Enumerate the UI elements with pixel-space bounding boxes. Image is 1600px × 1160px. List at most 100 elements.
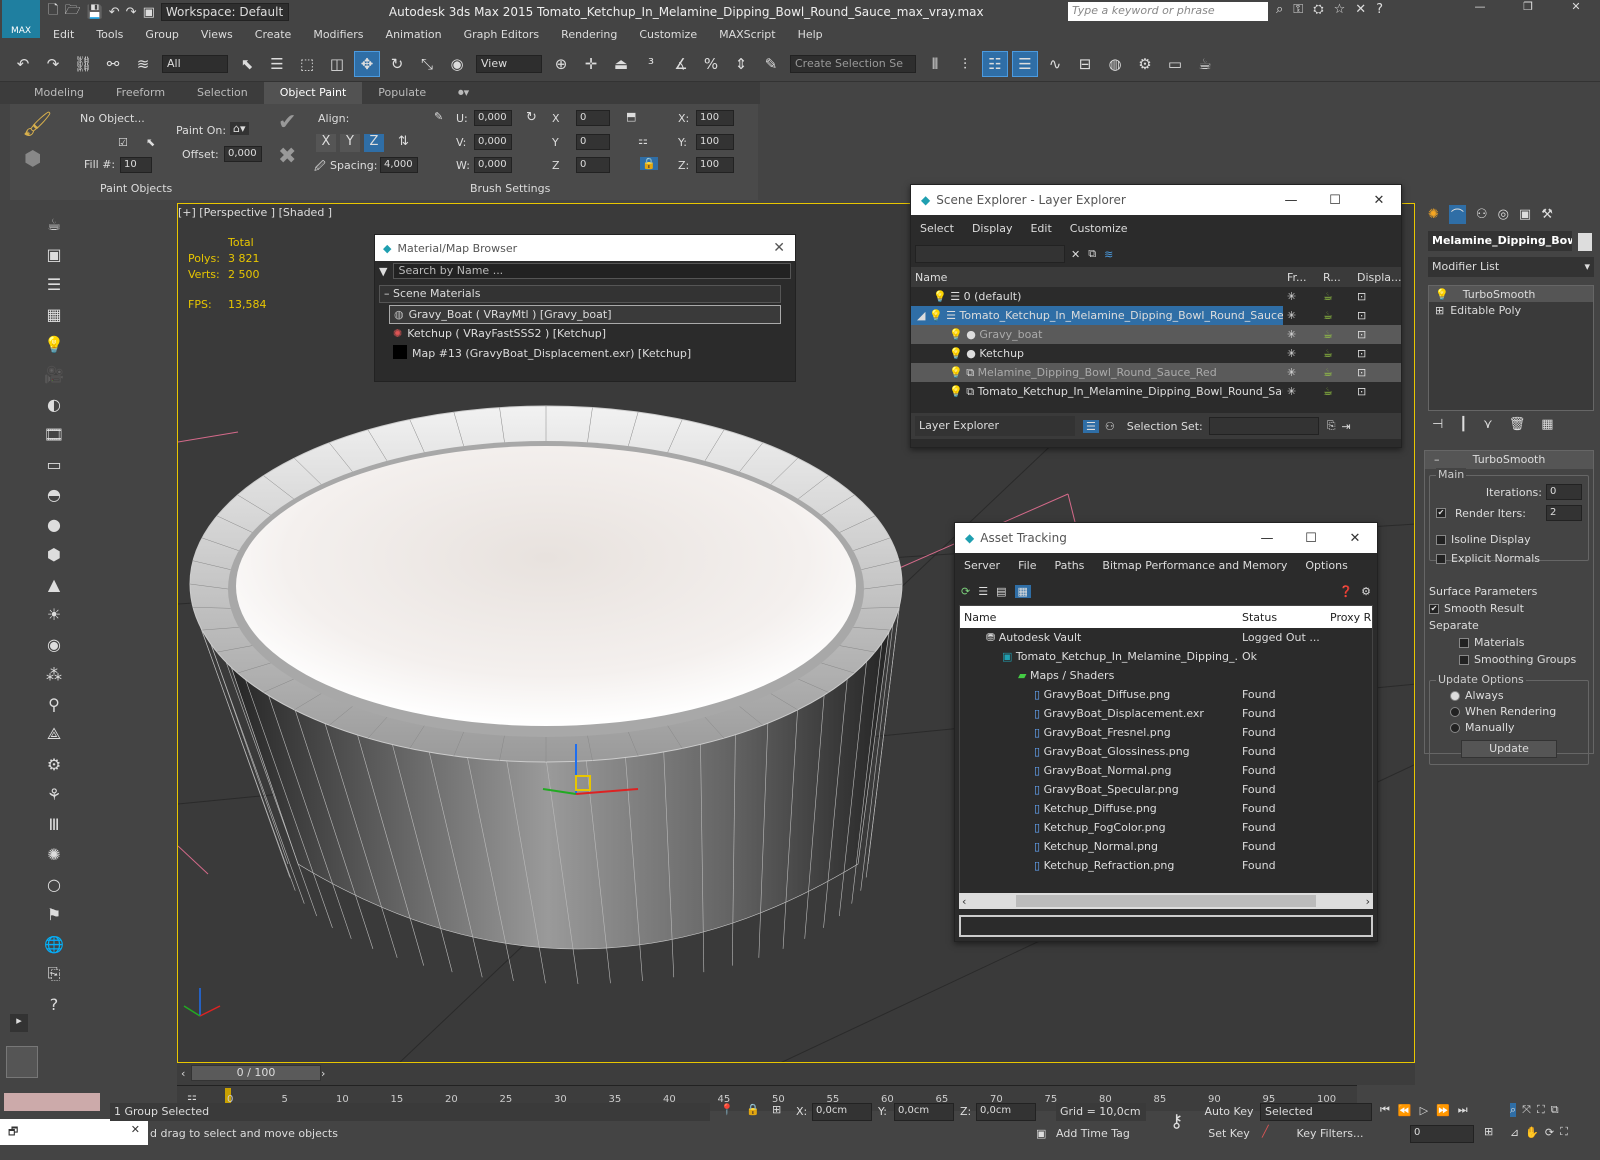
community-icon[interactable]: ⛭	[1313, 2, 1323, 17]
reference-coordinate-dropdown[interactable]: View	[476, 54, 542, 73]
select-by-name-icon[interactable]: ☰	[264, 51, 290, 77]
zoom-extents-icon[interactable]: ⛶	[1537, 1103, 1545, 1117]
favorites-star-icon[interactable]: ☆	[1334, 2, 1346, 17]
rotate-x-spinner[interactable]: 0	[576, 110, 610, 126]
create-tab-icon[interactable]: ✺	[1428, 207, 1439, 222]
column-name[interactable]: Name	[960, 606, 1238, 628]
scrollbar-thumb[interactable]	[1016, 895, 1316, 907]
paint-on-dropdown[interactable]: ⌂▾	[230, 122, 249, 135]
lightbulb-icon[interactable]: 💡	[949, 328, 963, 341]
asset-row[interactable]: ▯ GravyBoat_Fresnel.png Found	[960, 723, 1372, 742]
redo-icon[interactable]: ↷	[126, 5, 137, 20]
material-search-input[interactable]: Search by Name ...	[393, 263, 791, 279]
project-folder-icon[interactable]: ▣	[143, 5, 155, 20]
paint-objects-icon[interactable]: ⬢	[24, 146, 41, 170]
x-coordinate-field[interactable]: 0,0cm	[812, 1103, 872, 1121]
object-color-swatch[interactable]	[1578, 233, 1592, 251]
scene-explorer-menu-display[interactable]: Display	[963, 222, 1022, 235]
zoom-extents-all-icon[interactable]: ⧉	[1551, 1103, 1559, 1117]
w-offset-spinner[interactable]: 0,000	[474, 157, 512, 173]
play-icon[interactable]: ▷	[1420, 1104, 1428, 1117]
plane-icon[interactable]: ▭	[40, 450, 68, 478]
update-button[interactable]: Update	[1461, 740, 1557, 758]
asset-path-field[interactable]	[959, 915, 1373, 937]
named-selection-dropdown[interactable]: Create Selection Se	[790, 54, 916, 73]
key-filters-button[interactable]: Key Filters...	[1290, 1125, 1370, 1143]
object-name-field[interactable]: Melamine_Dipping_Bowl_	[1428, 231, 1572, 251]
taskbar-preview[interactable]: 🗗 ✕	[0, 1119, 148, 1145]
snaps-toggle-icon[interactable]: ³	[638, 51, 664, 77]
next-frame-icon[interactable]: ⏩	[1436, 1104, 1450, 1117]
lightbulb-icon[interactable]: 💡	[40, 330, 68, 358]
sphere-half-icon[interactable]: ◐	[40, 390, 68, 418]
bones-icon[interactable]: ⚲	[40, 690, 68, 718]
scene-explorer-menu-select[interactable]: Select	[911, 222, 963, 235]
separate-smoothing-groups-checkbox[interactable]	[1459, 655, 1469, 665]
show-end-result-icon[interactable]: ┃	[1459, 417, 1467, 432]
object-row[interactable]: 💡 ⧉ Melamine_Dipping_Bowl_Round_Sauce_Re…	[911, 363, 1401, 382]
brush-settings-group-label[interactable]: Brush Settings	[470, 182, 550, 195]
paint-cancel-icon[interactable]: ✖	[278, 144, 296, 169]
scene-explorer-menu-customize[interactable]: Customize	[1061, 222, 1137, 235]
percent-snap-icon[interactable]: %	[698, 51, 724, 77]
expand-plus-icon[interactable]: ⊞	[1435, 304, 1444, 317]
object-row[interactable]: 💡 ● Ketchup ✳ ☕ ⊡	[911, 344, 1401, 363]
mirror-icon[interactable]: ⫴	[922, 51, 948, 77]
pick-list-icon[interactable]: ⬉	[146, 136, 155, 149]
freeze-icon[interactable]: ✳	[1283, 306, 1319, 325]
save-selection-icon[interactable]: ⎘	[1327, 419, 1336, 433]
u-offset-spinner[interactable]: 0,000	[474, 110, 512, 126]
hierarchy-icon[interactable]: ⚇	[1105, 420, 1115, 433]
column-status[interactable]: Status	[1238, 606, 1326, 628]
edit-named-selection-icon[interactable]: ✎	[758, 51, 784, 77]
flip-icon[interactable]: ⇅	[398, 134, 409, 149]
help-icon[interactable]: ?	[40, 990, 68, 1018]
particles-icon[interactable]: ⁂	[40, 660, 68, 688]
key-icon[interactable]: ⚿	[1293, 2, 1303, 17]
offset-spinner[interactable]: 0,000	[224, 146, 262, 162]
set-key-button[interactable]: Set Key	[1204, 1125, 1254, 1143]
menu-group[interactable]: Group	[134, 24, 190, 46]
asset-row[interactable]: ▯ Ketchup_Refraction.png Found	[960, 856, 1372, 875]
explicit-normals-checkbox[interactable]	[1436, 554, 1446, 564]
display-box-icon[interactable]: ⊡	[1353, 382, 1401, 401]
spacing-spinner[interactable]: 4,000	[380, 157, 418, 173]
scale-lock-icon[interactable]: 🔒	[640, 157, 658, 170]
menu-views[interactable]: Views	[190, 24, 244, 46]
tab-selection[interactable]: Selection	[181, 82, 264, 104]
configure-modifier-sets-icon[interactable]: ▦	[1541, 417, 1553, 432]
layer-row[interactable]: ◢ 💡 ☰ Tomato_Ketchup_In_Melamine_Dipping…	[911, 306, 1401, 325]
object-row[interactable]: 💡 ⧉ Tomato_Ketchup_In_Melamine_Dipping_B…	[911, 382, 1401, 401]
asset-tracking-minimize-button[interactable]: —	[1245, 531, 1289, 546]
paint-checkmark-icon[interactable]: ✔	[278, 110, 296, 135]
asset-tracking-maximize-button[interactable]: ☐	[1289, 531, 1333, 546]
align-icon[interactable]: ⫶	[952, 51, 978, 77]
render-teapot-icon[interactable]: ☕	[1319, 325, 1353, 344]
render-teapot-icon[interactable]: ☕	[1319, 306, 1353, 325]
menu-maxscript[interactable]: MAXScript	[708, 24, 786, 46]
asset-menu-bitmap-performance[interactable]: Bitmap Performance and Memory	[1093, 559, 1296, 572]
asset-settings-icon[interactable]: ⚙	[1361, 585, 1371, 598]
utilities-tab-icon[interactable]: ⚒	[1541, 207, 1553, 222]
brush-scale-icon[interactable]: ✎	[434, 110, 443, 123]
menu-edit[interactable]: Edit	[42, 24, 85, 46]
isolate-pin-icon[interactable]: 📍	[720, 1103, 734, 1116]
close-button[interactable]: ✕	[1552, 0, 1600, 13]
load-selection-icon[interactable]: ⇥	[1342, 420, 1351, 433]
previous-frame-icon[interactable]: ⏪	[1398, 1104, 1412, 1117]
link-icon[interactable]: ⛓	[70, 51, 96, 77]
menu-help[interactable]: Help	[787, 24, 834, 46]
move-icon[interactable]: ✥	[354, 50, 380, 77]
make-unique-icon[interactable]: ⋎	[1483, 417, 1493, 432]
update-always-radio[interactable]	[1450, 691, 1460, 701]
hierarchy-tab-icon[interactable]: ⚇	[1476, 207, 1488, 222]
material-item-gravy-boat[interactable]: ◍ Gravy_Boat ( VRayMtl ) [Gravy_boat]	[389, 305, 781, 324]
asset-menu-server[interactable]: Server	[955, 559, 1009, 572]
refresh-icon[interactable]: ⟳	[961, 585, 970, 598]
iterations-spinner[interactable]: 0	[1546, 484, 1582, 500]
layer-highlight-icon[interactable]: ≋	[1104, 248, 1113, 261]
column-name[interactable]: Name	[911, 267, 1283, 287]
unlink-icon[interactable]: ⚯	[100, 51, 126, 77]
globe-icon[interactable]: 🌐	[40, 930, 68, 958]
mesh-icon[interactable]: ⬢	[40, 540, 68, 568]
